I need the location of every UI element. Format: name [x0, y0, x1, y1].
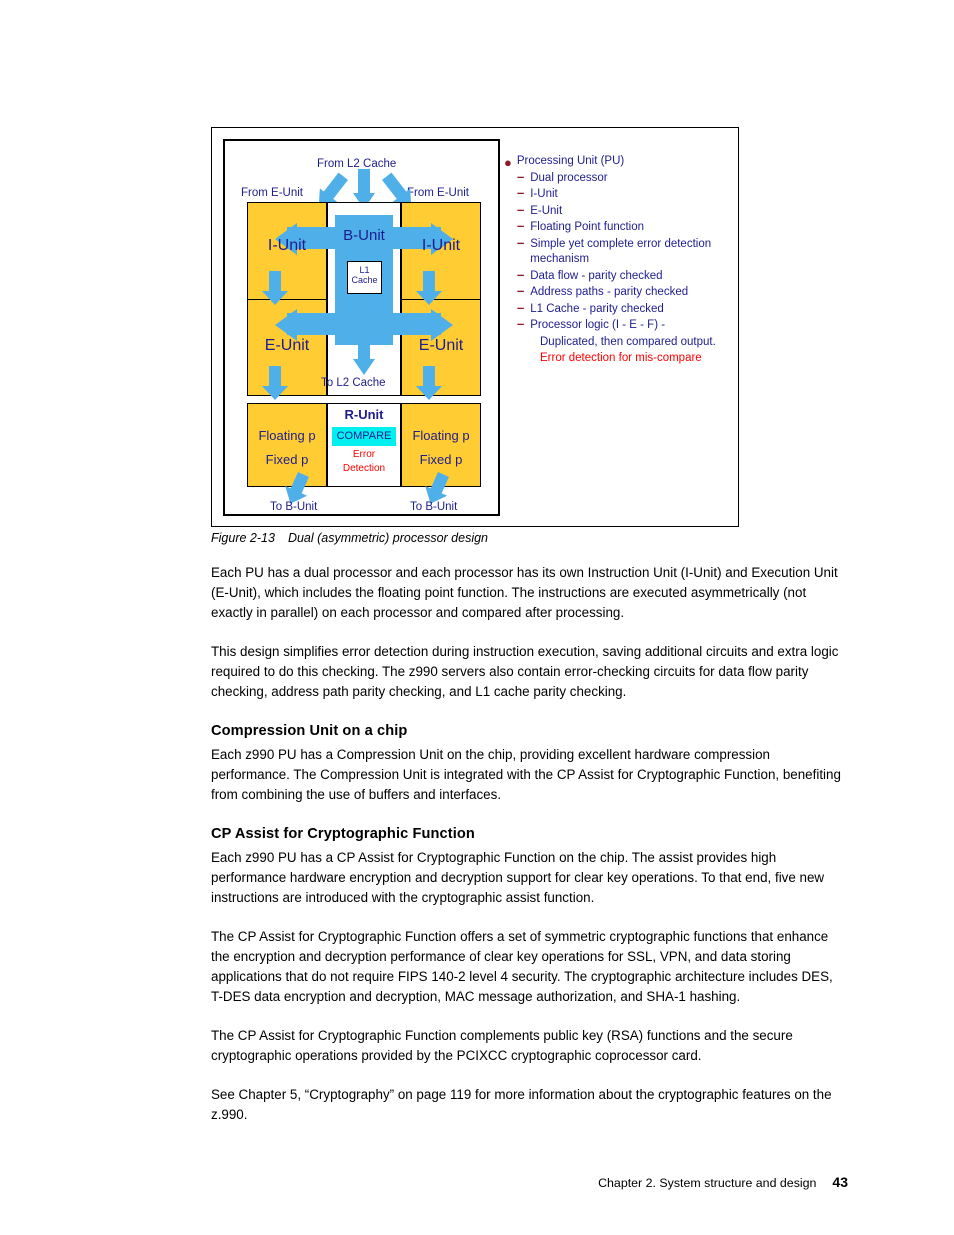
- bullet-dash-icon: –: [517, 218, 525, 233]
- list-item: – Address paths - parity checked: [502, 283, 730, 301]
- paragraph-5: The CP Assist for Cryptographic Function…: [211, 929, 833, 1004]
- diagram-label-to-b-unit-left: To B-Unit: [270, 501, 318, 513]
- diagram-label-from-e-unit-left: From E-Unit: [241, 187, 303, 199]
- body-text: Each PU has a dual processor and each pr…: [211, 563, 848, 1144]
- list-item: ● Processing Unit (PU): [502, 154, 730, 170]
- bullet-dash-icon: –: [517, 201, 525, 217]
- page-footer: Chapter 2. System structure and design 43: [0, 1174, 848, 1190]
- list-item: – Processor logic (I - E - F) -: [502, 316, 730, 334]
- figure-bullet-list: ● Processing Unit (PU) – Dual processor …: [502, 154, 730, 368]
- processor-block-diagram: From L2 Cache From E-Unit From E-Unit B-…: [223, 139, 500, 516]
- list-item-label-alert: Error detection for mis-compare: [540, 352, 702, 364]
- list-item-label: E-Unit: [530, 204, 563, 217]
- figure-caption-number: Figure 2-13: [211, 531, 275, 545]
- r-unit-label: R-Unit: [344, 407, 384, 422]
- list-item-label: Dual processor: [530, 171, 608, 184]
- bullet-dash-icon: –: [517, 234, 525, 250]
- list-item: – Simple yet complete error detection me…: [502, 234, 730, 268]
- list-item: – I-Unit: [502, 185, 730, 203]
- list-item-label: Processing Unit (PU): [516, 155, 625, 167]
- l1-cache-label-line1: L1: [359, 265, 370, 275]
- arrow-e-unit-to-float-right-icon: [416, 366, 442, 400]
- figure-caption: Figure 2-13 Dual (asymmetric) processor d…: [211, 531, 488, 545]
- document-page: ● Processing Unit (PU) – Dual processor …: [0, 0, 954, 1235]
- compare-block: COMPARE: [332, 427, 396, 446]
- list-item-label: I-Unit: [530, 188, 558, 200]
- list-item-label: Duplicated, then compared output.: [540, 335, 716, 348]
- floating-p-left-label: Floating p: [258, 428, 316, 443]
- list-item: – Dual processor: [502, 168, 730, 187]
- bullet-dash-icon: –: [517, 266, 525, 282]
- list-item-label: Processor logic (I - E - F) -: [530, 319, 666, 331]
- figure-container: ● Processing Unit (PU) – Dual processor …: [211, 127, 739, 527]
- i-unit-right-label: I-Unit: [421, 237, 461, 254]
- bullet-dash-icon: –: [517, 185, 525, 200]
- list-item-label: Data flow - parity checked: [530, 269, 663, 282]
- list-item-label: Floating Point function: [530, 221, 645, 233]
- list-item: – E-Unit: [502, 201, 730, 220]
- fixed-p-left-label: Fixed p: [265, 452, 309, 467]
- diagram-label-to-b-unit-right: To B-Unit: [410, 501, 458, 513]
- arrow-e-unit-to-float-left-icon: [262, 366, 288, 400]
- i-unit-left-label: I-Unit: [267, 237, 307, 254]
- paragraph-3: Each z990 PU has a Compression Unit on t…: [211, 747, 841, 802]
- heading-compression-unit: Compression Unit on a chip: [211, 723, 408, 739]
- footer-page-number: 43: [832, 1174, 848, 1190]
- error-detection-label-line2: Detection: [342, 463, 386, 474]
- footer-chapter-label: Chapter 2. System structure and design: [598, 1176, 817, 1190]
- floating-p-right-label: Floating p: [412, 428, 470, 443]
- error-detection-label-line1: Error: [352, 449, 376, 460]
- list-item-label: Simple yet complete error detection mech…: [530, 237, 712, 266]
- e-unit-left-label: E-Unit: [264, 337, 310, 354]
- bullet-dot-icon: ●: [504, 155, 512, 170]
- e-unit-right-label: E-Unit: [418, 337, 464, 354]
- figure-caption-text: Dual (asymmetric) processor design: [287, 531, 488, 545]
- diagram-label-to-l2-cache: To L2 Cache: [321, 377, 386, 389]
- list-item: Error detection for mis-compare: [502, 351, 730, 367]
- arrow-to-l2-cache-icon: [353, 339, 375, 375]
- float-fixed-point-left-block: [247, 403, 327, 487]
- bullet-dash-icon: –: [517, 316, 525, 331]
- paragraph-2: This design simplifies error detection d…: [211, 644, 839, 699]
- list-item: Duplicated, then compared output.: [502, 335, 730, 351]
- list-item-label: Address paths - parity checked: [530, 286, 689, 298]
- bullet-dash-icon: –: [517, 168, 525, 184]
- paragraph-4: Each z990 PU has a CP Assist for Cryptog…: [211, 850, 825, 905]
- heading-cp-assist: CP Assist for Cryptographic Function: [211, 826, 475, 842]
- paragraph-1: Each PU has a dual processor and each pr…: [211, 565, 838, 620]
- paragraph-6: The CP Assist for Cryptographic Function…: [211, 1028, 793, 1063]
- list-item: – L1 Cache - parity checked: [502, 299, 730, 318]
- bullet-dash-icon: –: [517, 299, 525, 315]
- fixed-p-right-label: Fixed p: [419, 452, 463, 467]
- list-item: – Data flow - parity checked: [502, 266, 730, 285]
- bullet-dash-icon: –: [517, 283, 525, 298]
- list-item-label: L1 Cache - parity checked: [530, 302, 664, 315]
- l1-cache-block: L1 Cache: [347, 261, 382, 294]
- b-unit-label: B-Unit: [343, 227, 385, 244]
- arrow-i-unit-to-e-unit-right-icon: [416, 271, 442, 305]
- paragraph-7: See Chapter 5, “Cryptography” on page 11…: [211, 1087, 832, 1122]
- list-item: – Floating Point function: [502, 218, 730, 236]
- bus-bar-bottom: [287, 313, 441, 335]
- l1-cache-label-line2: Cache: [351, 275, 378, 286]
- arrow-i-unit-to-e-unit-left-icon: [262, 271, 288, 305]
